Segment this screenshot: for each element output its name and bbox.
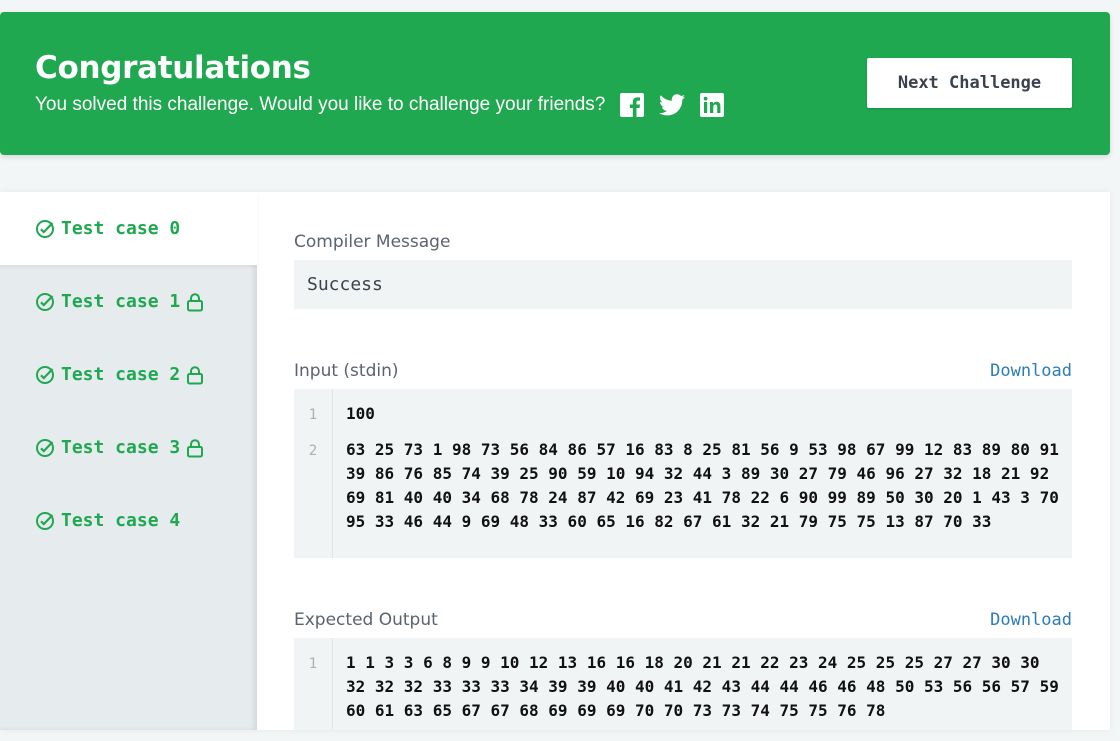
test-case-tab-0[interactable]: Test case 0 — [0, 192, 257, 265]
test-case-label: Test case 3 — [61, 437, 181, 458]
test-case-tab-1[interactable]: Test case 1 — [0, 265, 257, 338]
expected-output-box: 1 1 1 3 3 6 8 9 9 10 12 13 16 16 18 20 2… — [294, 638, 1072, 730]
input-label: Input (stdin) — [294, 361, 399, 381]
test-case-label: Test case 4 — [61, 510, 181, 531]
check-circle-icon — [35, 292, 55, 312]
results-panel: Test case 0 Test case 1 Test case 2 Test… — [0, 192, 1110, 730]
compiler-message-box: Success — [294, 260, 1072, 309]
lock-icon — [186, 438, 204, 458]
success-banner: Congratulations You solved this challeng… — [0, 12, 1110, 155]
banner-subtitle: You solved this challenge. Would you lik… — [35, 94, 606, 115]
line-number: 2 — [308, 443, 318, 459]
test-case-label: Test case 1 — [61, 291, 181, 312]
check-circle-icon — [35, 438, 55, 458]
expected-line: 1 1 3 3 6 8 9 9 10 12 13 16 16 18 20 21 … — [346, 653, 1069, 720]
expected-download-link[interactable]: Download — [990, 610, 1072, 630]
line-number-gutter — [294, 638, 333, 730]
input-code-box: 1 100 2 63 25 73 1 98 73 56 84 86 57 16 … — [294, 389, 1072, 558]
facebook-icon[interactable] — [619, 92, 645, 118]
linkedin-icon[interactable] — [699, 92, 725, 118]
lock-icon — [186, 292, 204, 312]
line-number: 1 — [308, 407, 318, 423]
input-line: 63 25 73 1 98 73 56 84 86 57 16 83 8 25 … — [346, 440, 1069, 531]
test-case-label: Test case 0 — [61, 218, 181, 239]
next-challenge-button[interactable]: Next Challenge — [867, 58, 1072, 108]
twitter-icon[interactable] — [659, 92, 686, 118]
lock-icon — [186, 365, 204, 385]
check-circle-icon — [35, 219, 55, 239]
test-case-tab-4[interactable]: Test case 4 — [0, 484, 257, 557]
input-line: 100 — [346, 404, 375, 423]
check-circle-icon — [35, 511, 55, 531]
compiler-message-text: Success — [307, 274, 383, 295]
test-case-tab-2[interactable]: Test case 2 — [0, 338, 257, 411]
banner-subtitle-row: You solved this challenge. Would you lik… — [35, 92, 725, 118]
line-number: 1 — [308, 656, 318, 672]
expected-output-label: Expected Output — [294, 610, 438, 630]
banner-title: Congratulations — [35, 50, 311, 86]
compiler-message-label: Compiler Message — [294, 232, 451, 252]
input-download-link[interactable]: Download — [990, 361, 1072, 381]
check-circle-icon — [35, 365, 55, 385]
test-case-label: Test case 2 — [61, 364, 181, 385]
test-case-sidebar: Test case 0 Test case 1 Test case 2 Test… — [0, 192, 257, 730]
test-case-tab-3[interactable]: Test case 3 — [0, 411, 257, 484]
